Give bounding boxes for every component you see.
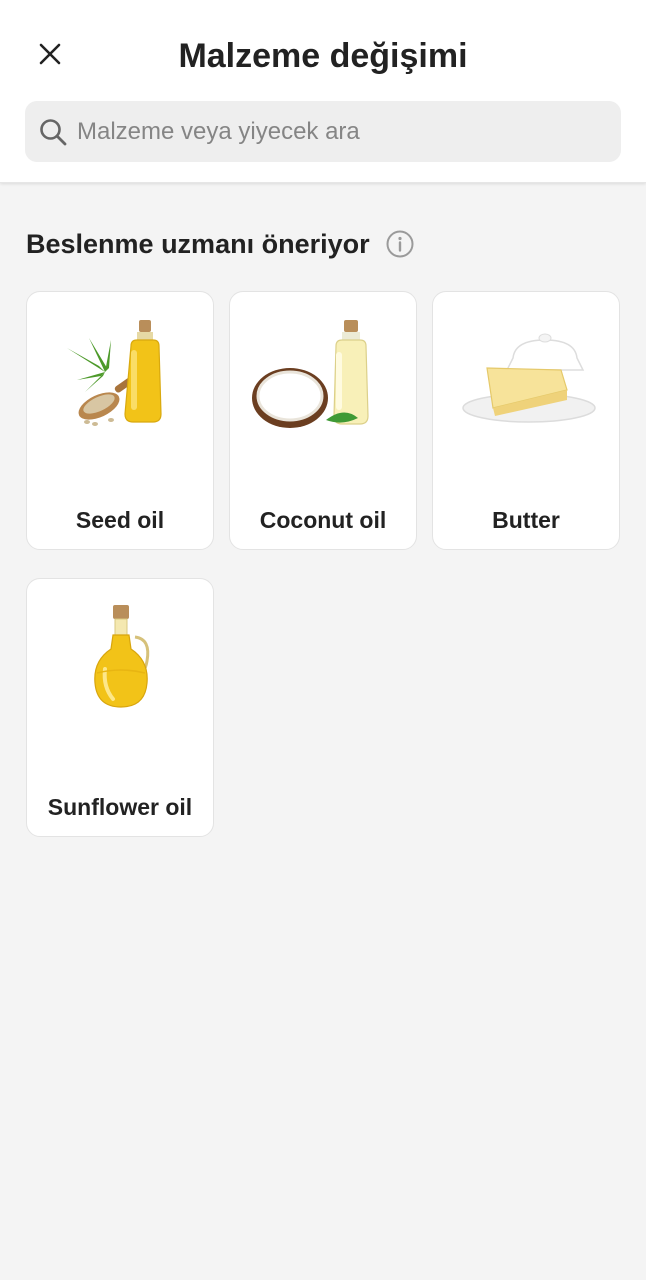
- top-bar: Malzeme değişimi: [0, 0, 646, 183]
- ingredient-label: Butter: [492, 507, 560, 533]
- coconut-oil-image: [252, 320, 369, 428]
- info-icon[interactable]: [386, 230, 414, 258]
- ingredient-card-sunflower-oil[interactable]: Sunflower oil: [26, 578, 214, 837]
- search-input[interactable]: [77, 111, 597, 152]
- page-title: Malzeme değişimi: [178, 37, 468, 75]
- section-title: Beslenme uzmanı öneriyor: [26, 229, 370, 259]
- seed-oil-image: [67, 320, 162, 426]
- search-bar[interactable]: [25, 101, 621, 162]
- sunflower-oil-image: [94, 605, 150, 708]
- butter-image: [462, 333, 596, 423]
- search-icon: [37, 116, 69, 148]
- ingredient-label: Seed oil: [75, 507, 165, 533]
- ingredient-label: Coconut oil: [259, 507, 387, 533]
- ingredient-card-butter[interactable]: Butter: [432, 291, 620, 550]
- ingredient-label: Sunflower oil: [47, 794, 193, 820]
- ingredient-card-coconut-oil[interactable]: Coconut oil: [229, 291, 417, 550]
- ingredient-card-seed-oil[interactable]: Seed oil: [26, 291, 214, 550]
